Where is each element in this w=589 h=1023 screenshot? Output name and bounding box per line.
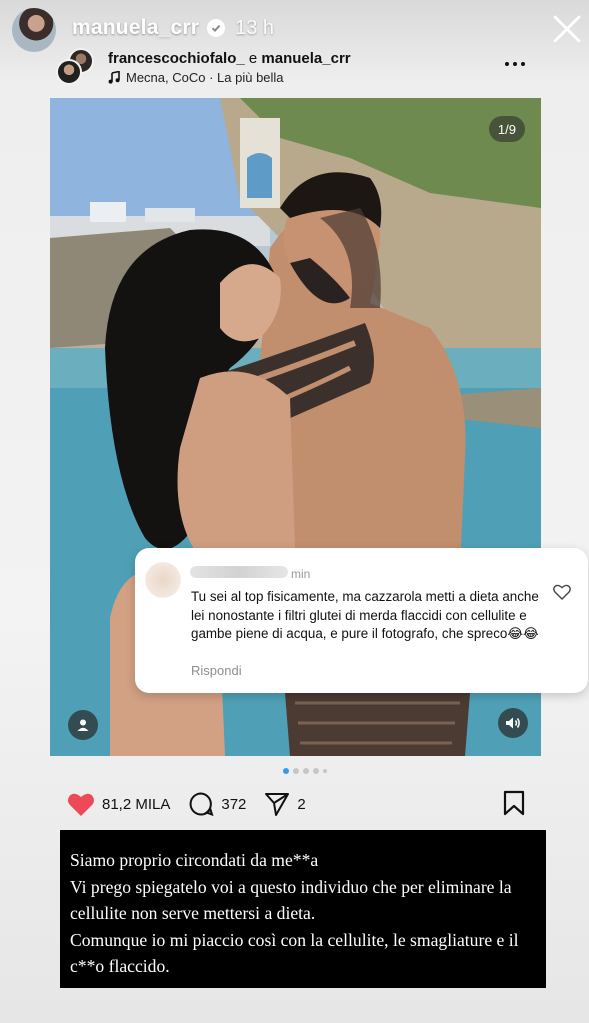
share-action[interactable]: 2	[264, 792, 306, 817]
dot	[303, 768, 309, 774]
post-actions: 81,2 MILA 372 2	[67, 790, 324, 818]
comment-card: min Tu sei al top fisicamente, ma cazzar…	[135, 548, 588, 693]
dot	[323, 769, 327, 773]
story-avatar[interactable]	[12, 8, 56, 52]
blurred-avatar	[145, 562, 181, 598]
carousel-counter: 1/9	[488, 116, 525, 142]
comment-text: Tu sei al top fisicamente, ma cazzarola …	[191, 589, 539, 642]
post-avatars[interactable]	[54, 48, 94, 88]
heart-filled-icon[interactable]	[67, 792, 95, 817]
caption-text: Siamo proprio circondati da me**a Vi pre…	[70, 850, 519, 976]
likes-count: 81,2 MILA	[102, 795, 171, 813]
caption-box: Siamo proprio circondati da me**a Vi pre…	[60, 830, 546, 988]
shares-count: 2	[297, 795, 306, 813]
story-username[interactable]: manuela_crr	[72, 16, 199, 40]
heart-outline-icon[interactable]	[553, 584, 571, 600]
post-authors[interactable]: francescochiofalo_ e manuela_crr	[108, 50, 351, 67]
close-icon[interactable]	[550, 12, 584, 46]
post-author-1[interactable]: francescochiofalo_	[108, 50, 245, 67]
avatar	[56, 59, 82, 85]
blurred-username	[190, 566, 288, 578]
carousel-dots	[283, 768, 327, 774]
comment-action[interactable]: 372	[188, 791, 246, 817]
comment-bubble-icon[interactable]	[188, 791, 214, 817]
speaker-icon[interactable]	[498, 708, 528, 738]
dot	[293, 768, 299, 774]
reply-button[interactable]: Rispondi	[191, 663, 242, 678]
post-author-2[interactable]: manuela_crr	[261, 50, 350, 67]
music-note-icon	[108, 71, 120, 84]
comments-count: 372	[221, 795, 247, 813]
verified-badge-icon	[207, 19, 226, 37]
music-label: Mecna, CoCo · La più bella	[126, 70, 284, 85]
like-action[interactable]: 81,2 MILA	[67, 792, 170, 817]
user-tag-icon[interactable]	[68, 710, 98, 740]
music-line[interactable]: Mecna, CoCo · La più bella	[108, 70, 284, 85]
author-connector: e	[244, 50, 262, 67]
story-user: manuela_crr 13 h	[72, 14, 274, 42]
send-icon[interactable]	[264, 792, 290, 817]
dot-active	[283, 768, 289, 774]
comment-time: min	[291, 567, 311, 581]
story-time: 13 h	[235, 16, 275, 39]
bookmark-icon[interactable]	[503, 790, 525, 816]
dot	[313, 768, 319, 774]
more-options-icon[interactable]	[502, 55, 528, 73]
